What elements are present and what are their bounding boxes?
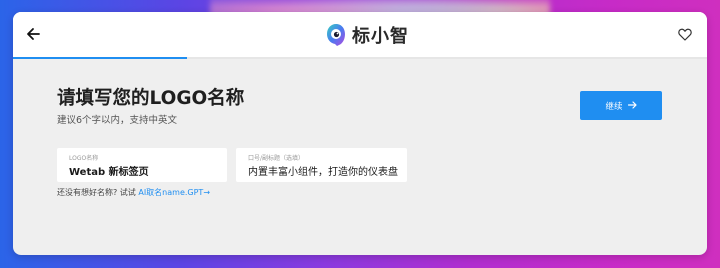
name-hint: 还没有想好名称? 试试 AI取名name.GPT→ — [57, 187, 210, 198]
back-button[interactable] — [23, 25, 43, 45]
step-progress-bar — [13, 57, 707, 59]
arrow-left-icon — [26, 26, 40, 45]
favorite-button[interactable] — [675, 25, 695, 45]
ai-naming-link[interactable]: AI取名name.GPT→ — [138, 188, 210, 197]
heart-outline-icon — [678, 26, 692, 45]
arrow-right-icon — [627, 100, 637, 111]
top-bar: 标小智 — [13, 12, 707, 59]
slogan-field[interactable]: 口号/副标题（选填） 内置丰富小组件，打造你的仪表盘 — [236, 148, 407, 182]
step-progress-fill — [13, 57, 187, 59]
logo-name-input[interactable]: Wetab 新标签页 — [69, 163, 224, 178]
hint-text: 还没有想好名称? 试试 — [57, 188, 136, 197]
app-name: 标小智 — [352, 26, 409, 47]
app-window: 标小智 请填写您的LOGO名称 建议6个字以内，支持中英文 继续 LOGO名称 … — [13, 12, 707, 255]
logo-name-field[interactable]: LOGO名称 Wetab 新标签页 — [57, 148, 227, 182]
slogan-input[interactable]: 内置丰富小组件，打造你的仪表盘 — [248, 163, 403, 178]
slogan-label: 口号/副标题（选填） — [248, 155, 305, 162]
continue-label: 继续 — [605, 100, 623, 111]
app-logo: 标小智 — [325, 22, 409, 48]
page-title: 请填写您的LOGO名称 — [57, 88, 245, 109]
page-subtitle: 建议6个字以内，支持中英文 — [57, 115, 178, 126]
logo-mascot-icon — [325, 23, 347, 47]
continue-button[interactable]: 继续 — [580, 91, 662, 120]
logo-name-label: LOGO名称 — [69, 155, 99, 162]
